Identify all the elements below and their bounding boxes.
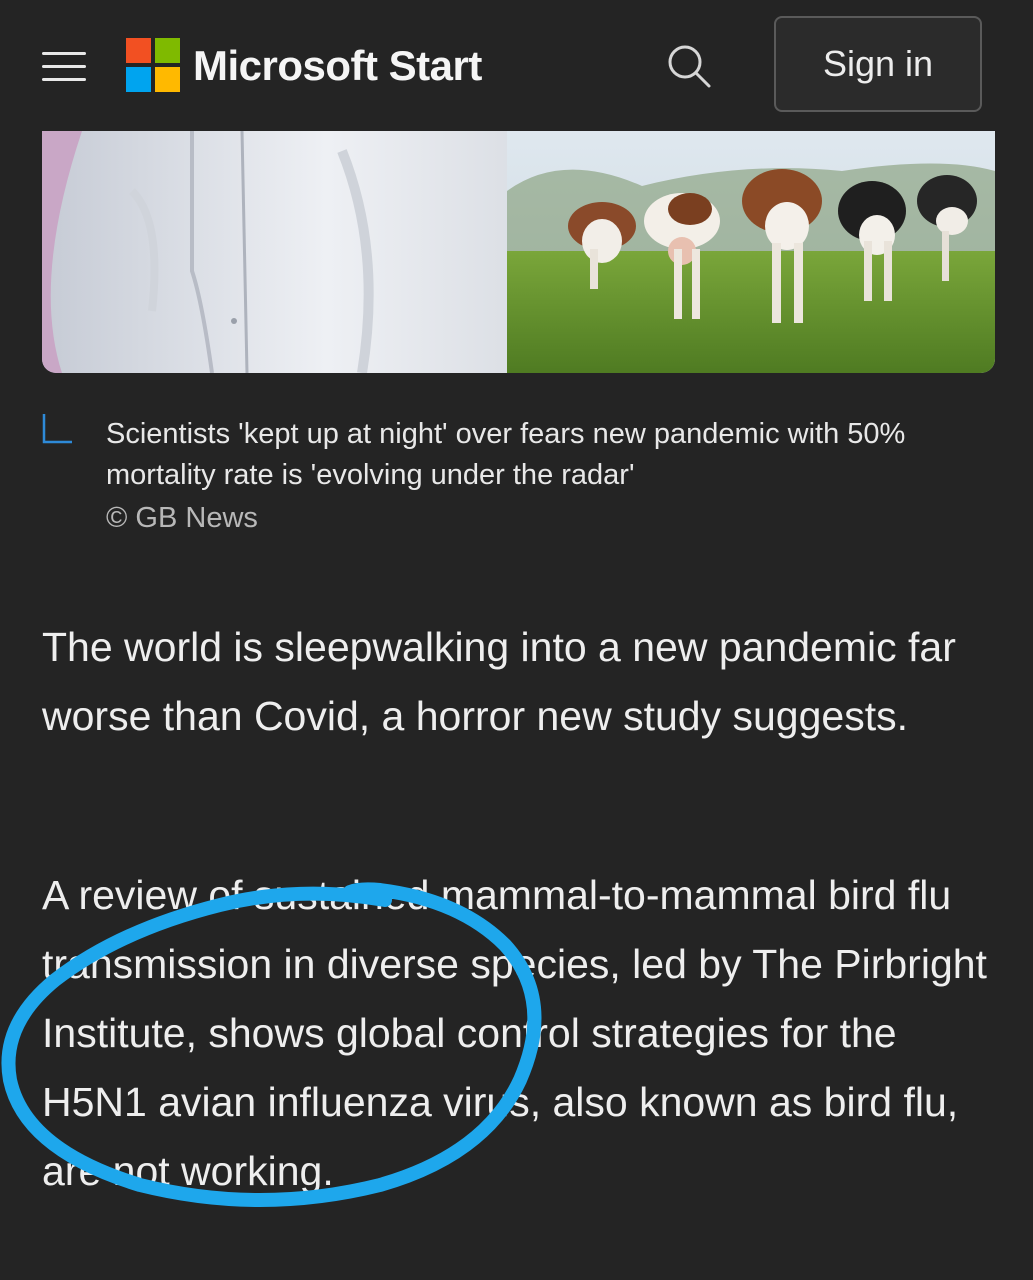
top-navigation-bar: Microsoft Start Sign in xyxy=(0,0,1033,130)
caption-bracket-icon xyxy=(42,414,72,444)
image-caption: Scientists 'kept up at night' over fears… xyxy=(106,418,906,491)
search-icon[interactable] xyxy=(666,43,712,89)
article-hero-image xyxy=(42,131,995,373)
sign-in-button[interactable]: Sign in xyxy=(774,16,982,112)
image-credit: © GB News xyxy=(106,502,258,534)
brand-name[interactable]: Microsoft Start xyxy=(193,40,482,92)
article-paragraph: The world is sleepwalking into a new pan… xyxy=(42,624,956,739)
microsoft-logo-icon[interactable] xyxy=(126,38,180,92)
article-page: Microsoft Start Sign in Scientists 'kept… xyxy=(0,0,1033,1280)
article-paragraph: A review of sustained mammal-to-mammal b… xyxy=(42,872,987,1194)
hamburger-menu-icon[interactable] xyxy=(42,52,86,82)
